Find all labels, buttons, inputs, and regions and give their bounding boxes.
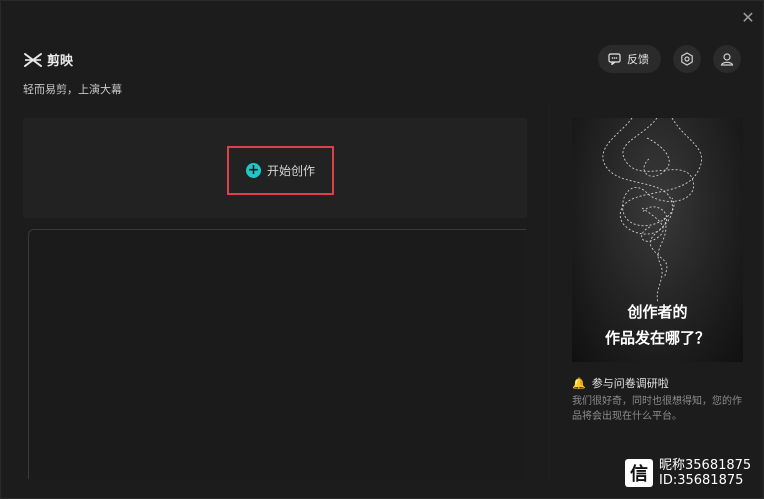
app-window: ✕ 剪映 轻而易剪，上演大幕 反馈 + 开始创作 创作者的 作品发在哪了？ 🔔 … bbox=[0, 0, 764, 499]
feedback-icon bbox=[608, 53, 621, 65]
watermark: 信 昵称35681875 ID:35681875 bbox=[625, 458, 751, 488]
survey-title: 参与问卷调研啦 bbox=[591, 377, 669, 390]
capcut-logo-icon bbox=[24, 52, 42, 67]
promo-banner[interactable]: 创作者的 作品发在哪了？ bbox=[572, 118, 743, 362]
promo-title-line1: 创作者的 bbox=[627, 303, 688, 321]
feedback-button[interactable]: 反馈 bbox=[598, 45, 661, 73]
survey-description: 我们很好奇，同时也很想得知，您的作品将会出现在什么平台。 bbox=[572, 396, 742, 422]
close-button[interactable]: ✕ bbox=[739, 9, 757, 27]
start-creation-button[interactable]: + 开始创作 bbox=[227, 146, 334, 195]
brand: 剪映 bbox=[23, 50, 73, 69]
brand-name: 剪映 bbox=[47, 54, 74, 69]
settings-button[interactable] bbox=[673, 45, 701, 73]
watermark-id: ID:35681875 bbox=[659, 473, 744, 488]
start-creation-label: 开始创作 bbox=[266, 164, 315, 178]
survey-link[interactable]: 🔔 参与问卷调研啦 bbox=[572, 375, 669, 391]
feedback-label: 反馈 bbox=[627, 53, 649, 66]
watermark-nickname: 昵称35681875 bbox=[659, 458, 752, 473]
projects-area bbox=[28, 229, 526, 479]
slogan: 轻而易剪，上演大幕 bbox=[23, 83, 122, 96]
tangled-thread-illustration bbox=[602, 118, 703, 304]
bell-icon: 🔔 bbox=[572, 376, 586, 390]
user-icon bbox=[720, 53, 734, 66]
promo-title-line2: 作品发在哪了？ bbox=[604, 329, 710, 347]
account-button[interactable] bbox=[713, 45, 741, 73]
watermark-logo: 信 bbox=[625, 459, 653, 487]
side-divider bbox=[549, 101, 550, 481]
top-actions: 反馈 bbox=[598, 45, 741, 73]
close-icon: ✕ bbox=[741, 8, 755, 27]
plus-circle-icon: + bbox=[245, 162, 261, 178]
settings-icon bbox=[681, 52, 693, 66]
watermark-text: 昵称35681875 ID:35681875 bbox=[659, 458, 751, 488]
